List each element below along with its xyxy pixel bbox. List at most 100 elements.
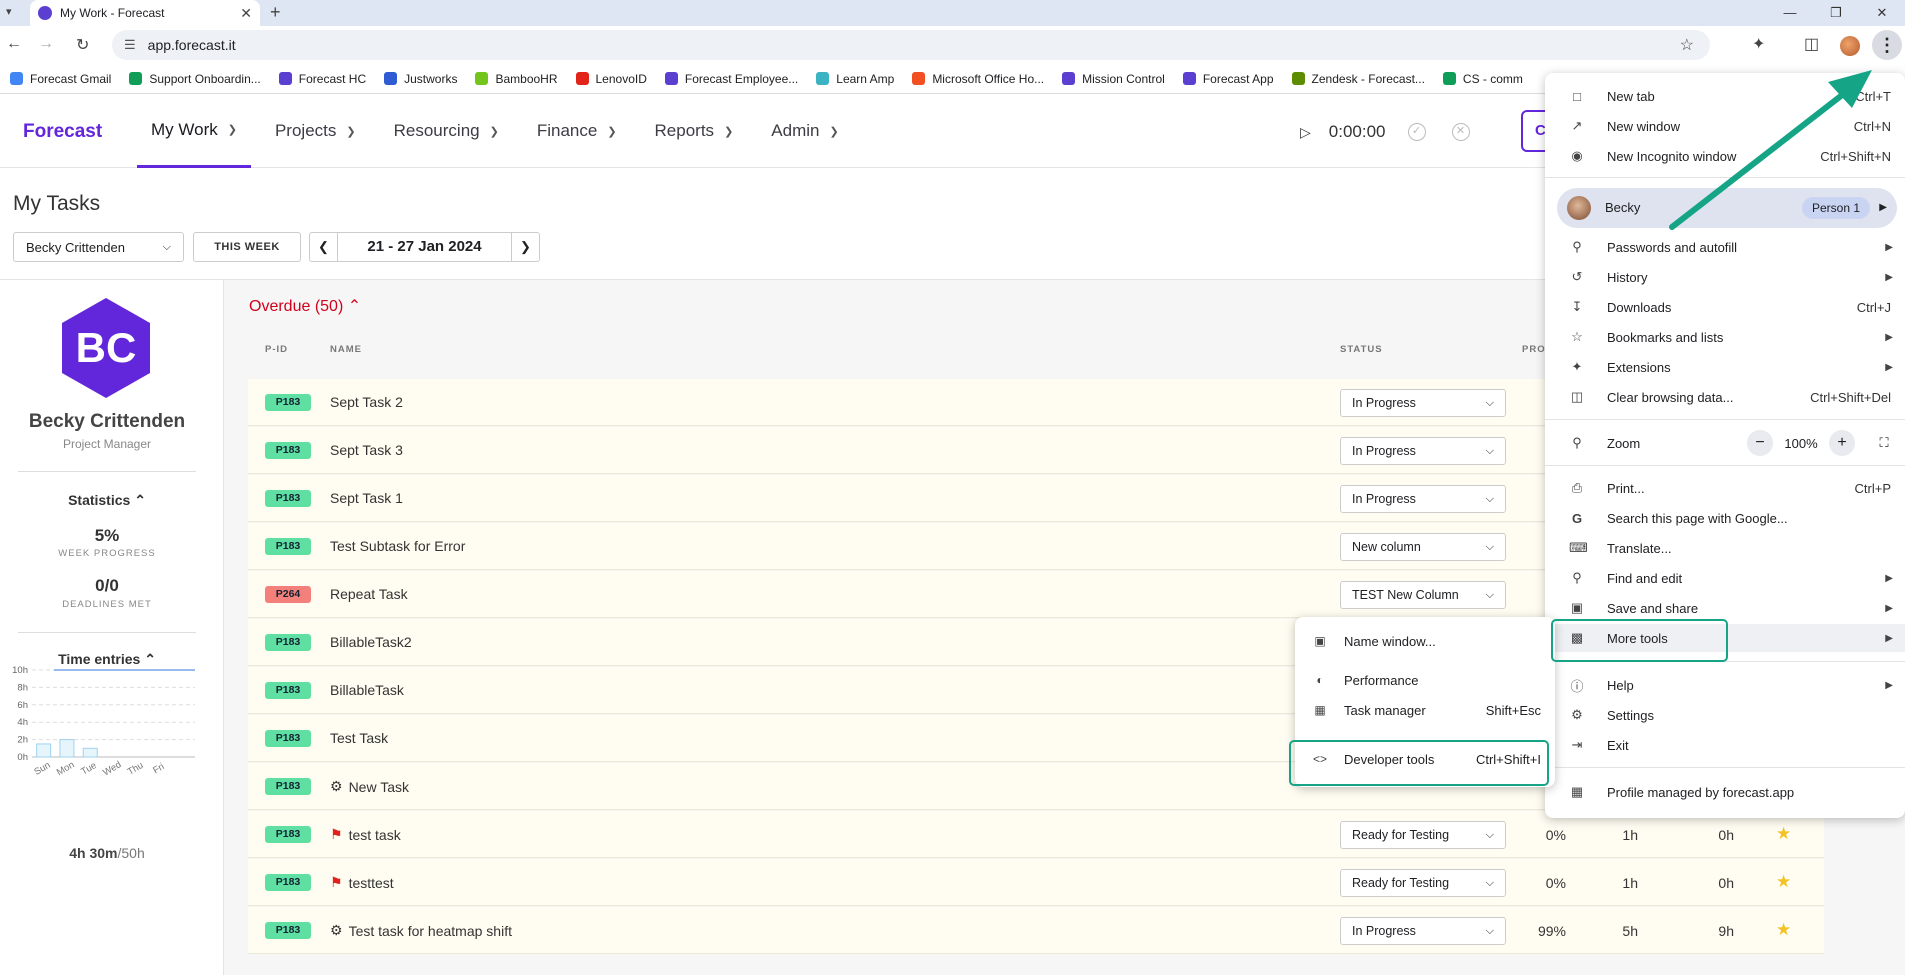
menu-new-incognito[interactable]: ◉ New Incognito window Ctrl+Shift+N [1545, 142, 1905, 170]
task-name[interactable]: ⚑ testtest [330, 874, 394, 891]
bookmark-item[interactable]: CS - comm [1442, 72, 1523, 86]
nav-my-work[interactable]: My Work ❯ [137, 94, 251, 168]
project-id-badge[interactable]: P183 [265, 634, 311, 651]
site-settings-icon[interactable]: ☰ [124, 37, 136, 53]
project-id-badge[interactable]: P183 [265, 538, 311, 555]
submenu-task-manager[interactable]: ▦ Task manager Shift+Esc [1295, 696, 1555, 724]
zoom-out-button[interactable]: − [1747, 430, 1773, 456]
task-name[interactable]: ⚑ test task [330, 826, 401, 843]
menu-downloads[interactable]: ↧ Downloads Ctrl+J [1545, 293, 1905, 321]
status-select[interactable]: TEST New Column ⌵ [1340, 581, 1506, 609]
task-name[interactable]: ⚙ New Task [330, 778, 409, 795]
close-tab-icon[interactable]: ✕ [240, 5, 252, 22]
project-id-badge[interactable]: P183 [265, 682, 311, 699]
bookmark-item[interactable]: Forecast Employee... [664, 72, 798, 86]
menu-clear-data[interactable]: ◫ Clear browsing data... Ctrl+Shift+Del [1545, 383, 1905, 411]
next-week-icon[interactable]: ❯ [511, 233, 539, 261]
status-select[interactable]: In Progress ⌵ [1340, 917, 1506, 945]
back-icon[interactable]: ← [6, 35, 22, 53]
nav-projects[interactable]: Projects ❯ [261, 94, 370, 168]
star-icon[interactable]: ★ [1776, 824, 1791, 844]
this-week-button[interactable]: THIS WEEK [193, 232, 301, 262]
play-icon[interactable]: ▷ [1300, 124, 1311, 141]
bookmark-item[interactable]: Support Onboardin... [129, 72, 261, 86]
close-window-icon[interactable]: ✕ [1859, 0, 1905, 26]
menu-new-window[interactable]: ↗ New window Ctrl+N [1545, 112, 1905, 140]
task-name[interactable]: Test Subtask for Error [330, 538, 465, 554]
submenu-name-window[interactable]: ▣ Name window... [1295, 627, 1555, 655]
menu-settings[interactable]: ⚙ Settings [1545, 701, 1905, 729]
menu-translate[interactable]: ⌨ Translate... [1545, 534, 1905, 562]
bookmark-item[interactable]: Learn Amp [816, 72, 894, 86]
menu-find-edit[interactable]: ⚲ Find and edit ▶ [1545, 564, 1905, 592]
menu-print[interactable]: ⎙ Print... Ctrl+P [1545, 474, 1905, 502]
cancel-icon[interactable]: ✕ [1451, 123, 1470, 141]
task-name[interactable]: Sept Task 3 [330, 442, 403, 458]
bookmark-item[interactable]: Zendesk - Forecast... [1291, 72, 1425, 86]
task-name[interactable]: Sept Task 1 [330, 490, 403, 506]
extensions-icon[interactable]: ✦ [1752, 34, 1765, 54]
task-name[interactable]: Repeat Task [330, 586, 408, 602]
previous-week-icon[interactable]: ❮ [310, 233, 338, 261]
table-row[interactable]: P183 ⚑ test task Ready for Testing ⌵ 0% 1h 0h ★ [248, 811, 1824, 858]
status-select[interactable]: Ready for Testing ⌵ [1340, 821, 1506, 849]
reload-icon[interactable]: ↻ [76, 35, 89, 55]
statistics-toggle[interactable]: Statistics ⌃ [0, 492, 214, 509]
address-bar[interactable]: ☰ app.forecast.it ☆ [112, 30, 1710, 60]
side-panel-icon[interactable]: ◫ [1804, 34, 1819, 54]
bookmark-item[interactable]: LenovoID [575, 72, 647, 86]
nav-admin[interactable]: Admin ❯ [757, 94, 852, 168]
bookmark-item[interactable]: Mission Control [1062, 72, 1165, 86]
task-name[interactable]: BillableTask [330, 682, 404, 698]
nav-finance[interactable]: Finance ❯ [523, 94, 631, 168]
check-icon[interactable]: ✓ [1407, 123, 1426, 141]
menu-profile-managed[interactable]: ▦ Profile managed by forecast.app [1545, 778, 1905, 806]
forecast-logo[interactable]: Forecast [23, 121, 102, 143]
bookmark-item[interactable]: Justworks [384, 72, 457, 86]
status-select[interactable]: Ready for Testing ⌵ [1340, 869, 1506, 897]
task-name[interactable]: BillableTask2 [330, 634, 412, 650]
status-select[interactable]: In Progress ⌵ [1340, 485, 1506, 513]
task-name[interactable]: Test Task [330, 730, 388, 746]
menu-profile[interactable]: Becky Person 1 ▶ [1557, 188, 1897, 228]
project-id-badge[interactable]: P264 [265, 586, 311, 603]
project-id-badge[interactable]: P183 [265, 442, 311, 459]
browser-tab[interactable]: My Work - Forecast ✕ [30, 0, 260, 26]
column-header-status[interactable]: STATUS [1340, 344, 1383, 355]
column-header-name[interactable]: NAME [330, 344, 362, 355]
new-tab-icon[interactable]: + [270, 2, 281, 23]
project-id-badge[interactable]: P183 [265, 778, 311, 795]
bookmark-item[interactable]: Forecast HC [278, 72, 366, 86]
chrome-menu-icon[interactable]: ⋮ [1872, 30, 1902, 60]
menu-save-share[interactable]: ▣ Save and share ▶ [1545, 594, 1905, 622]
minimize-icon[interactable]: — [1767, 0, 1813, 26]
project-id-badge[interactable]: P183 [265, 874, 311, 891]
nav-resourcing[interactable]: Resourcing ❯ [380, 94, 513, 168]
column-header-pid[interactable]: P-ID [265, 344, 288, 355]
star-icon[interactable]: ★ [1776, 920, 1791, 940]
tab-search-icon[interactable]: ▾ [6, 5, 12, 18]
bookmark-item[interactable]: Forecast App [1182, 72, 1274, 86]
column-header-progress[interactable]: PRO [1522, 344, 1546, 355]
task-name[interactable]: Sept Task 2 [330, 394, 403, 410]
project-id-badge[interactable]: P183 [265, 922, 311, 939]
menu-exit[interactable]: ⇥ Exit [1545, 731, 1905, 759]
profile-avatar-icon[interactable] [1840, 36, 1860, 56]
project-id-badge[interactable]: P183 [265, 394, 311, 411]
nav-reports[interactable]: Reports ❯ [641, 94, 748, 168]
menu-new-tab[interactable]: □ New tab Ctrl+T [1545, 82, 1905, 110]
project-id-badge[interactable]: P183 [265, 730, 311, 747]
project-id-badge[interactable]: P183 [265, 826, 311, 843]
table-row[interactable]: P183 ⚙ Test task for heatmap shift In Progr… [248, 907, 1824, 954]
submenu-performance[interactable]: ◐ Performance [1295, 666, 1555, 694]
star-icon[interactable]: ★ [1776, 872, 1791, 892]
fullscreen-icon[interactable]: ⛶ [1871, 435, 1897, 451]
menu-history[interactable]: ↺ History ▶ [1545, 263, 1905, 291]
menu-bookmarks[interactable]: ☆ Bookmarks and lists ▶ [1545, 323, 1905, 351]
person-select[interactable]: Becky Crittenden ⌵ [13, 232, 184, 262]
restore-icon[interactable]: ❐ [1813, 0, 1859, 26]
bookmark-item[interactable]: Microsoft Office Ho... [912, 72, 1044, 86]
menu-search-google[interactable]: G Search this page with Google... [1545, 504, 1905, 532]
bookmark-item[interactable]: BambooHR [475, 72, 558, 86]
forward-icon[interactable]: → [38, 35, 54, 53]
